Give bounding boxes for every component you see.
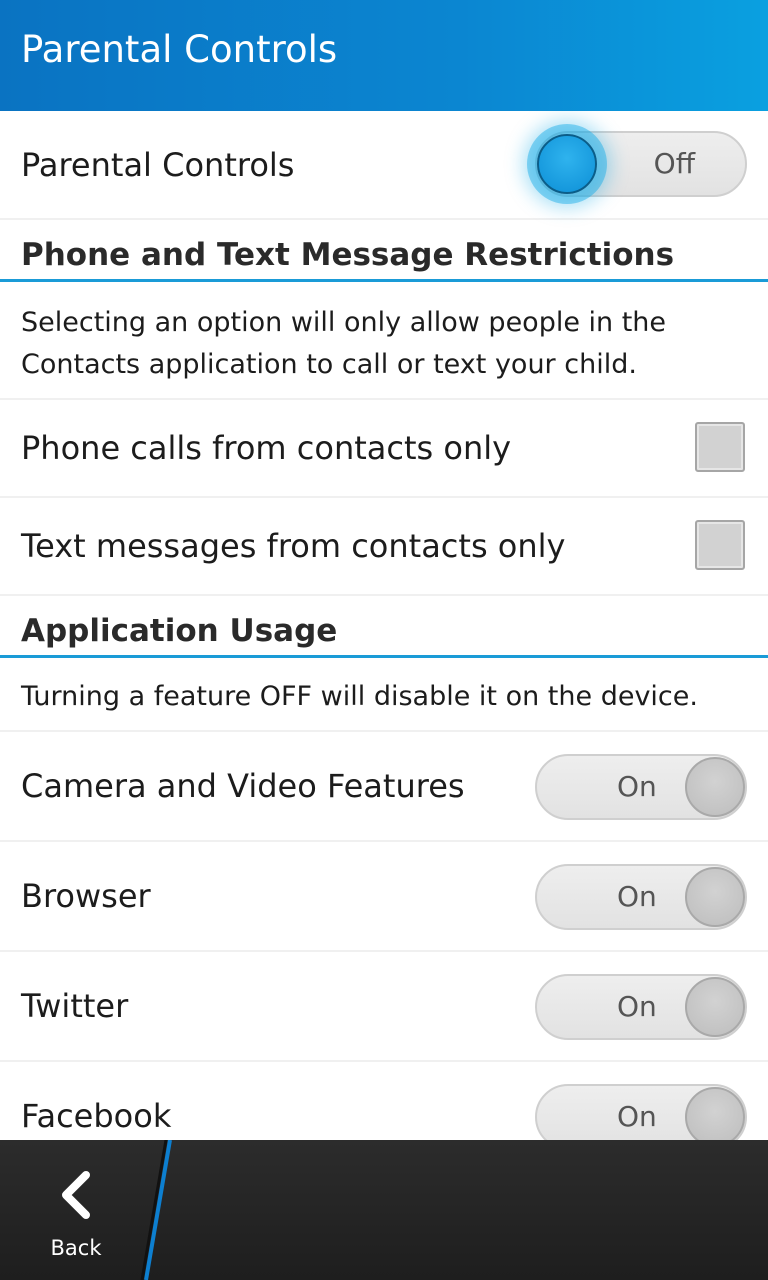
parental-controls-label: Parental Controls (21, 145, 295, 184)
phone-calls-checkbox[interactable] (695, 422, 745, 472)
option-row-text-messages[interactable]: Text messages from contacts only (0, 498, 768, 596)
section-title-apps: Application Usage (21, 613, 338, 649)
section-header-apps: Application Usage (0, 596, 768, 658)
toggle-knob[interactable] (537, 134, 597, 194)
toggle-knob[interactable] (685, 977, 745, 1037)
option-label-text-messages: Text messages from contacts only (21, 527, 566, 565)
chevron-left-icon (62, 1171, 90, 1219)
camera-toggle[interactable]: On (535, 754, 747, 820)
app-row-camera: Camera and Video Features On (0, 732, 768, 842)
back-button[interactable]: Back (0, 1140, 152, 1280)
description-text-phone: Selecting an option will only allow peop… (21, 307, 667, 380)
toggle-state-text: On (617, 770, 657, 803)
app-label-twitter: Twitter (21, 987, 129, 1025)
parental-controls-toggle[interactable]: Off (535, 131, 747, 197)
app-label-facebook: Facebook (21, 1097, 172, 1135)
toggle-state-text: On (617, 1100, 657, 1133)
toggle-state-text: Off (653, 147, 695, 180)
section-description-apps: Turning a feature OFF will disable it on… (0, 658, 768, 732)
settings-list[interactable]: Parental Controls Off Phone and Text Mes… (0, 111, 768, 1140)
app-label-camera: Camera and Video Features (21, 767, 465, 805)
twitter-toggle[interactable]: On (535, 974, 747, 1040)
toggle-state-text: On (617, 990, 657, 1023)
facebook-toggle[interactable]: On (535, 1084, 747, 1140)
parental-controls-row: Parental Controls Off (0, 111, 768, 220)
title-bar: Parental Controls (0, 0, 768, 111)
description-text-apps: Turning a feature OFF will disable it on… (21, 681, 698, 712)
toggle-knob[interactable] (685, 757, 745, 817)
toggle-knob[interactable] (685, 867, 745, 927)
app-row-browser: Browser On (0, 842, 768, 952)
app-label-browser: Browser (21, 877, 151, 915)
section-title-phone: Phone and Text Message Restrictions (21, 237, 675, 273)
section-header-phone: Phone and Text Message Restrictions (0, 220, 768, 282)
section-description-phone: Selecting an option will only allow peop… (0, 282, 768, 400)
app-row-facebook: Facebook On (0, 1062, 768, 1140)
option-label-phone-calls: Phone calls from contacts only (21, 429, 512, 467)
page-title: Parental Controls (21, 28, 338, 71)
action-bar: Back (0, 1140, 768, 1280)
app-row-twitter: Twitter On (0, 952, 768, 1062)
back-label: Back (50, 1236, 102, 1260)
text-messages-checkbox[interactable] (695, 520, 745, 570)
action-bar-divider (140, 1140, 172, 1280)
option-row-phone-calls[interactable]: Phone calls from contacts only (0, 400, 768, 498)
toggle-state-text: On (617, 880, 657, 913)
toggle-knob[interactable] (685, 1087, 745, 1140)
browser-toggle[interactable]: On (535, 864, 747, 930)
